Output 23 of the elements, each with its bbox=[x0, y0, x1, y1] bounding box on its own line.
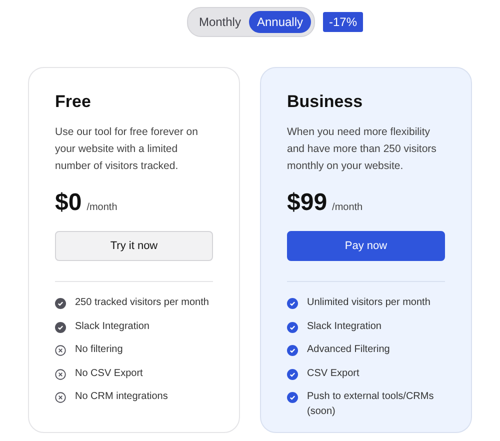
feature-text: Slack Integration bbox=[307, 320, 382, 334]
feature-text: CSV Export bbox=[307, 366, 360, 380]
plan-price: $99 bbox=[287, 189, 328, 217]
billing-option[interactable]: Monthly bbox=[190, 11, 249, 33]
feature-text: Slack Integration bbox=[75, 320, 150, 334]
plan-price: $0 bbox=[55, 189, 82, 217]
plan-description: Use our tool for free forever on your website with a limited number of visitors tracked. bbox=[55, 125, 199, 174]
price-period: /month bbox=[332, 202, 363, 213]
price-period: /month bbox=[86, 202, 118, 213]
feature-text: No filtering bbox=[75, 343, 123, 357]
feature-text: 250 tracked visitors per month bbox=[75, 296, 209, 310]
plan-description: When you need more flexibility and have more than 250 visitors monthly on your website. bbox=[287, 125, 438, 174]
plan-name: Free bbox=[55, 92, 92, 112]
feature-text: Push to external tools/CRMs (soon) bbox=[307, 390, 435, 418]
discount-badge: -17% bbox=[323, 12, 364, 32]
feature-text: No CSV Export bbox=[75, 366, 143, 380]
feature-text: Unlimited visitors per month bbox=[307, 296, 430, 310]
feature-text: No CRM integrations bbox=[75, 390, 168, 404]
plan-button[interactable]: Try it now bbox=[55, 231, 213, 261]
plan-name: Business bbox=[287, 92, 364, 112]
plan-button[interactable]: Pay now bbox=[287, 231, 445, 261]
billing-option[interactable]: Annually bbox=[248, 11, 312, 33]
feature-text: Advanced Filtering bbox=[307, 343, 390, 357]
